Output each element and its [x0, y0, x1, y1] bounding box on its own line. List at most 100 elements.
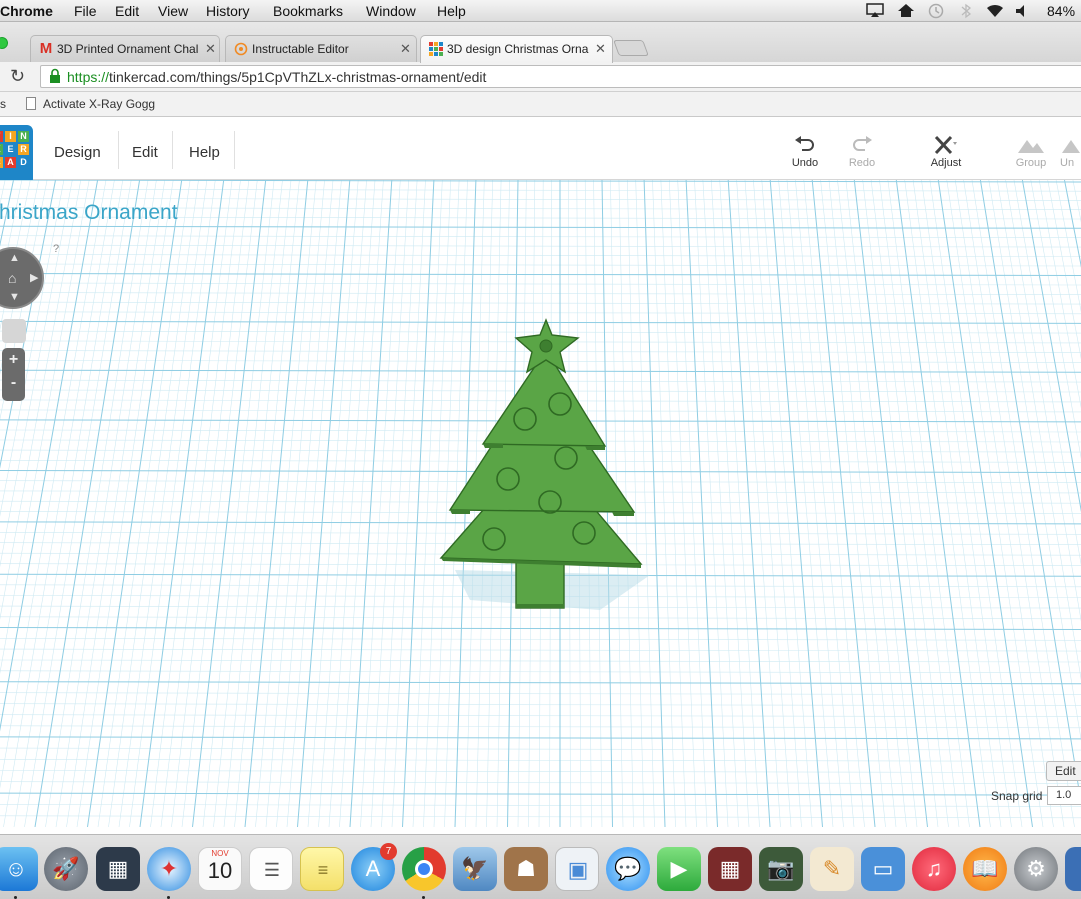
safari-icon[interactable]: ✦	[147, 847, 191, 899]
url-host: tinkercad.com	[109, 69, 197, 85]
tinkercad-icon	[429, 42, 443, 56]
reload-icon[interactable]: ↻	[10, 66, 25, 87]
nav-divider	[172, 131, 173, 169]
ungroup-icon	[1060, 133, 1081, 157]
window-zoom-button[interactable]	[0, 37, 8, 49]
bookmark-apps[interactable]: s	[0, 97, 6, 111]
tinkercad-logo[interactable]: T I N K E R C A D	[0, 125, 33, 185]
tab-gmail[interactable]: M 3D Printed Ornament Chal ✕	[30, 35, 220, 62]
menu-view[interactable]: View	[158, 3, 188, 19]
edit-grid-button[interactable]: Edit	[1046, 761, 1081, 781]
menu-window[interactable]: Window	[366, 3, 416, 19]
redo-button[interactable]: Redo	[837, 133, 887, 173]
tab-title: 3D Printed Ornament Chal	[57, 42, 199, 56]
airplay-icon[interactable]	[866, 3, 884, 19]
browser-tab-strip: M 3D Printed Ornament Chal ✕ Instructabl…	[0, 22, 1081, 63]
zoom-in-button[interactable]: +	[2, 351, 25, 369]
facetime-icon[interactable]: ▶	[657, 847, 701, 891]
group-icon	[1006, 133, 1056, 157]
new-tab-button[interactable]	[613, 40, 649, 56]
zoom-out-button[interactable]: -	[2, 374, 25, 392]
tab-title: Instructable Editor	[252, 42, 349, 56]
instructables-icon	[234, 42, 248, 56]
snap-grid-label: Snap grid	[991, 789, 1043, 803]
tab-title: 3D design Christmas Orna	[447, 42, 589, 56]
tinkercad-header: T I N K E R C A D Design Edit Help Undo …	[0, 117, 1081, 185]
close-icon[interactable]: ✕	[205, 41, 216, 57]
adjust-button[interactable]: Adjust	[921, 133, 971, 173]
logo-letter: T	[0, 131, 3, 142]
snap-grid-select[interactable]: 1.0	[1047, 786, 1081, 805]
iphoto-icon[interactable]: 📷	[759, 847, 803, 891]
nav-edit[interactable]: Edit	[132, 144, 158, 161]
page-icon	[26, 97, 36, 110]
logo-letter: K	[0, 144, 3, 155]
group-button[interactable]: Group	[1006, 133, 1056, 173]
pan-up-icon[interactable]: ▲	[9, 252, 20, 264]
logo-letter: D	[18, 157, 29, 168]
nav-help[interactable]: Help	[189, 144, 220, 161]
ungroup-button[interactable]: Un	[1060, 133, 1081, 173]
menu-edit[interactable]: Edit	[115, 3, 139, 19]
system-preferences-icon[interactable]: ⚙	[1014, 847, 1058, 891]
menu-history[interactable]: History	[206, 3, 250, 19]
ibooks-icon[interactable]: 📖	[963, 847, 1007, 891]
design-title[interactable]: hristmas Ornament	[0, 201, 178, 225]
photo-browser-icon[interactable]: ▣	[555, 847, 599, 891]
app-store-icon[interactable]: A7	[351, 843, 397, 891]
help-mark[interactable]: ?	[53, 243, 59, 255]
nav-divider	[234, 131, 235, 169]
ortho-view-button[interactable]	[2, 319, 26, 343]
logo-letter: R	[18, 144, 29, 155]
preview-icon[interactable]: 🦅	[453, 847, 497, 891]
bookmark-xray-goggles[interactable]: Activate X-Ray Gogg	[43, 97, 155, 111]
app-menu-chrome[interactable]: Chrome	[0, 3, 53, 19]
christmas-tree-ornament[interactable]	[430, 310, 660, 620]
notes-icon[interactable]: ≡	[300, 847, 344, 891]
browser-toolbar: ↻ https://tinkercad.com/things/5p1CpVThZ…	[0, 62, 1081, 92]
chrome-icon[interactable]	[402, 847, 446, 899]
launchpad-icon[interactable]: 🚀	[44, 847, 88, 891]
messages-icon[interactable]: 💬	[606, 847, 650, 891]
keynote-icon[interactable]: ▭	[861, 847, 905, 891]
close-icon[interactable]: ✕	[595, 41, 606, 57]
tab-tinkercad[interactable]: 3D design Christmas Orna ✕	[420, 35, 613, 63]
pan-down-icon[interactable]: ▼	[9, 291, 20, 303]
menu-bookmarks[interactable]: Bookmarks	[273, 3, 343, 19]
nav-design[interactable]: Design	[54, 144, 101, 161]
downloads-stack-icon[interactable]	[1065, 847, 1081, 891]
bluetooth-icon[interactable]	[957, 3, 975, 19]
adjust-icon	[921, 133, 971, 157]
menu-help[interactable]: Help	[437, 3, 466, 19]
home-view-icon[interactable]: ⌂	[8, 270, 16, 286]
redo-icon	[837, 133, 887, 157]
logo-letter: C	[0, 157, 3, 168]
mission-control-icon[interactable]: ▦	[96, 847, 140, 891]
time-machine-icon[interactable]	[927, 3, 945, 19]
pages-icon[interactable]: ✎	[810, 847, 854, 891]
home-icon[interactable]	[897, 3, 915, 19]
volume-icon[interactable]	[1013, 3, 1031, 19]
macos-menubar: Chrome File Edit View History Bookmarks …	[0, 0, 1081, 35]
url-text: https://tinkercad.com/things/5p1CpVThZLx…	[67, 69, 486, 85]
itunes-icon[interactable]: ♫	[912, 847, 956, 891]
close-icon[interactable]: ✕	[400, 41, 411, 57]
url-scheme: https://	[67, 69, 110, 85]
photo-booth-icon[interactable]: ▦	[708, 847, 752, 891]
contacts-icon[interactable]: ☗	[504, 847, 548, 891]
logo-letter: I	[5, 131, 16, 142]
pan-right-icon[interactable]: ▶	[30, 271, 38, 284]
tab-instructables[interactable]: Instructable Editor ✕	[225, 35, 417, 62]
wifi-icon[interactable]	[985, 3, 1003, 19]
calendar-day: 10	[207, 858, 233, 883]
calendar-icon[interactable]: NOV 10	[198, 847, 242, 891]
nav-divider	[118, 131, 119, 169]
zoom-controls: + -	[2, 348, 25, 401]
reminders-icon[interactable]: ☰	[249, 847, 293, 891]
finder-icon[interactable]: ☺	[0, 847, 38, 899]
address-bar[interactable]: https://tinkercad.com/things/5p1CpVThZLx…	[40, 65, 1081, 88]
ungroup-label: Un	[1060, 157, 1075, 169]
workplane[interactable]: hristmas Ornament ? ▲ ▼ ▶ ⌂ + - Edit Sna…	[0, 180, 1081, 827]
undo-button[interactable]: Undo	[780, 133, 830, 173]
menu-file[interactable]: File	[74, 3, 97, 19]
